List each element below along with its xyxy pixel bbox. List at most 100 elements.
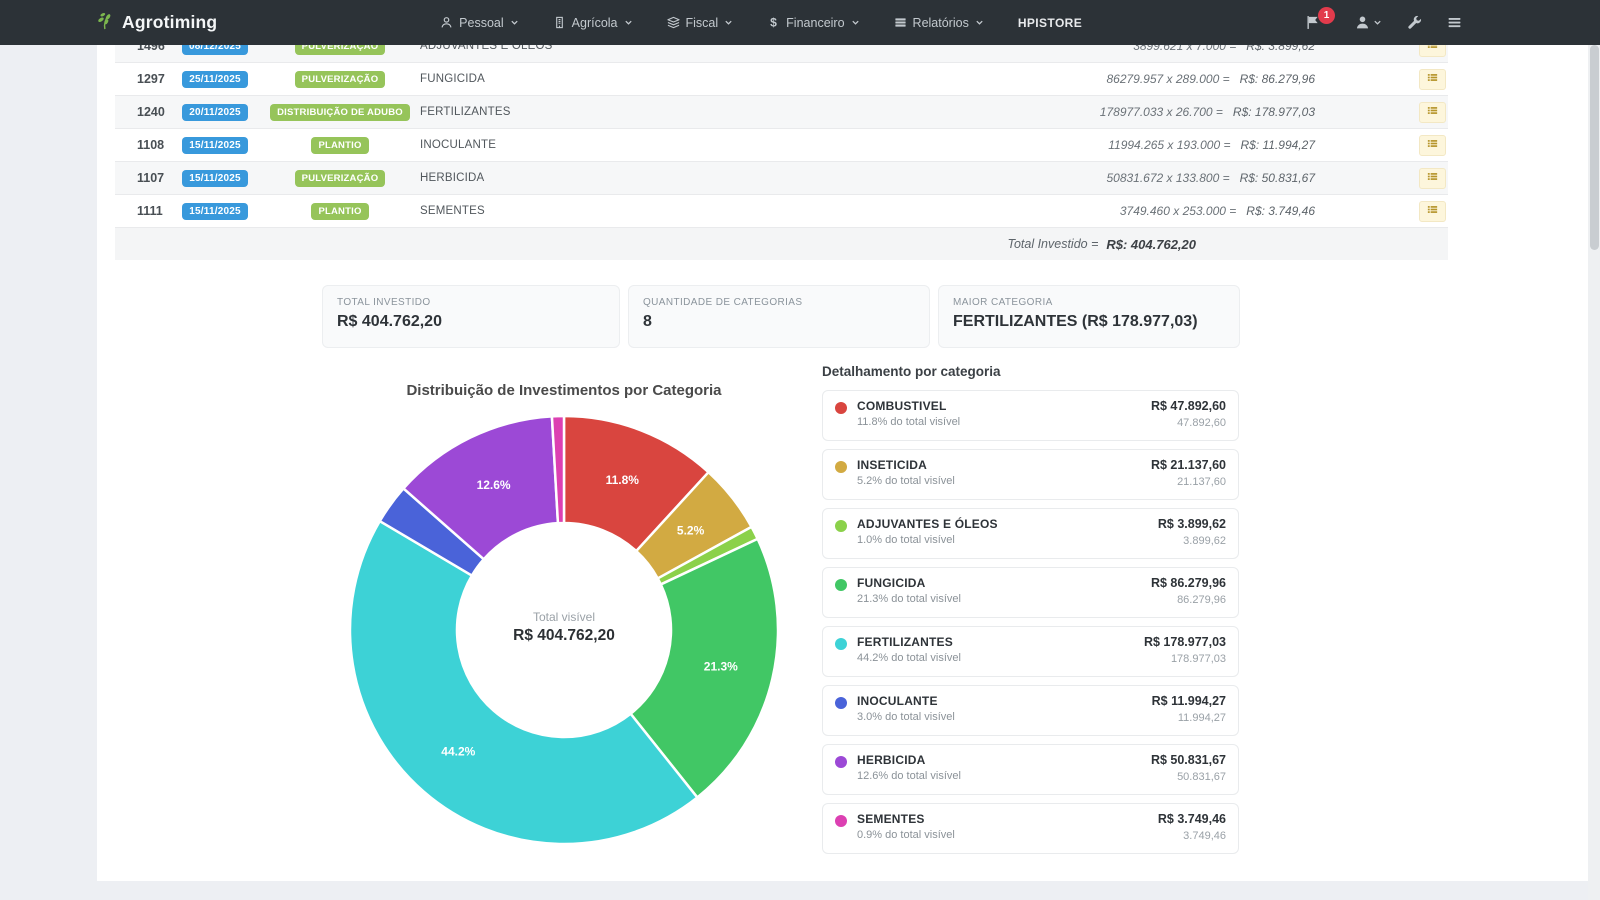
row-id: 1107 xyxy=(115,171,165,185)
donut-slice-fertilizantes[interactable] xyxy=(350,521,697,844)
chevron-down-icon xyxy=(510,18,519,27)
brand-logo[interactable]: Agrotiming xyxy=(95,11,217,35)
row-amount: R$: 3.749,46 xyxy=(1246,204,1315,218)
category-amount: R$ 3.899,62 xyxy=(1158,517,1226,531)
scrollbar-thumb[interactable] xyxy=(1590,45,1599,250)
notifications-flag-icon[interactable]: 1 xyxy=(1305,15,1320,30)
list-icon xyxy=(1426,71,1439,87)
date-badge: 15/11/2025 xyxy=(182,137,248,154)
row-amount: R$: 50.831,67 xyxy=(1240,171,1315,185)
card-value: FERTILIZANTES (R$ 178.977,03) xyxy=(953,313,1225,331)
row-category: SEMENTES xyxy=(415,205,945,217)
chart-title: Distribuição de Investimentos por Catego… xyxy=(264,382,864,399)
user-icon xyxy=(1355,15,1370,30)
row-details-button[interactable] xyxy=(1419,102,1446,123)
slice-percent-label: 5.2% xyxy=(677,524,705,538)
total-value: R$: 404.762,20 xyxy=(1106,237,1196,252)
nav-item-relato-rios[interactable]: Relatórios xyxy=(894,16,984,30)
activity-badge: DISTRIBUIÇÃO DE ADUBO xyxy=(270,104,410,121)
category-percent: 3.0% do total visível xyxy=(857,711,955,723)
nav-item-label: Financeiro xyxy=(786,16,844,30)
category-amount-plain: 50.831,67 xyxy=(1151,771,1226,783)
main-menu: Pessoal Agrícola Fiscal $ Financeiro Relatóri… xyxy=(217,16,1305,30)
category-name: FERTILIZANTES xyxy=(857,635,961,649)
card-label: MAIOR CATEGORIA xyxy=(953,297,1225,308)
date-badge: 20/11/2025 xyxy=(182,104,248,121)
category-detail-item: ADJUVANTES E ÓLEOS 1.0% do total visível R… xyxy=(822,508,1239,559)
list-icon xyxy=(1426,104,1439,120)
nav-item-agri-cola[interactable]: Agrícola xyxy=(553,16,633,30)
settings-wrench-icon[interactable] xyxy=(1407,15,1422,30)
category-detail-item: INSETICIDA5.2% do total visívelR$ 21.137… xyxy=(822,449,1239,500)
donut-center-label: Total visível xyxy=(464,610,664,624)
top-navbar: Agrotiming Pessoal Agrícola Fiscal $ Finance… xyxy=(0,0,1600,45)
category-amount-plain: 3.899,62 xyxy=(1158,535,1226,547)
hamburger-menu-icon[interactable] xyxy=(1447,15,1462,30)
nav-item-fiscal[interactable]: Fiscal xyxy=(667,16,734,30)
total-label: Total Investido = xyxy=(1007,237,1098,251)
donut-center-value: R$ 404.762,20 xyxy=(439,627,689,645)
category-amount-plain: 21.137,60 xyxy=(1151,476,1226,488)
category-amount-plain: 3.749,46 xyxy=(1158,830,1226,842)
category-percent: 5.2% do total visível xyxy=(857,475,955,487)
category-detail-item: FUNGICIDA 21.3% do total visível R$ 86.279… xyxy=(822,567,1239,618)
category-name: FUNGICIDA xyxy=(857,576,961,590)
category-name: ADJUVANTES E ÓLEOS xyxy=(857,517,998,531)
user-menu[interactable] xyxy=(1355,15,1382,30)
table-row: 110715/11/2025PULVERIZAÇÃOHERBICIDA50831… xyxy=(115,162,1448,195)
row-details-button[interactable] xyxy=(1419,201,1446,222)
row-id: 1297 xyxy=(115,72,165,86)
category-color-dot xyxy=(835,697,847,709)
category-percent: 44.2% do total visível xyxy=(857,652,961,664)
nav-item-hpistore[interactable]: HPISTORE xyxy=(1018,16,1082,30)
chevron-down-icon xyxy=(724,18,733,27)
category-color-dot xyxy=(835,461,847,473)
nav-item-label: Fiscal xyxy=(686,16,719,30)
row-amount: R$: 86.279,96 xyxy=(1240,72,1315,86)
category-color-dot xyxy=(835,638,847,650)
person-icon xyxy=(440,16,453,29)
category-name: INSETICIDA xyxy=(857,458,955,472)
summary-card: TOTAL INVESTIDOR$ 404.762,20 xyxy=(322,285,620,348)
category-amount: R$ 11.994,27 xyxy=(1152,694,1226,708)
table-row: 111115/11/2025PLANTIOSEMENTES3749.460 x … xyxy=(115,195,1448,228)
row-details-button[interactable] xyxy=(1419,69,1446,90)
report-icon xyxy=(894,16,907,29)
chevron-down-icon xyxy=(975,18,984,27)
nav-item-label: HPISTORE xyxy=(1018,16,1082,30)
category-amount-plain: 178.977,03 xyxy=(1144,653,1226,665)
chevron-down-icon xyxy=(624,18,633,27)
card-label: TOTAL INVESTIDO xyxy=(337,297,605,308)
category-percent: 21.3% do total visível xyxy=(857,593,961,605)
date-badge: 15/11/2025 xyxy=(182,170,248,187)
category-name: SEMENTES xyxy=(857,812,955,826)
category-amount: R$ 178.977,03 xyxy=(1144,635,1226,649)
row-calculation: 178977.033 x 26.700 = xyxy=(1100,105,1223,119)
row-calculation: 86279.957 x 289.000 = xyxy=(1106,72,1229,86)
nav-item-label: Pessoal xyxy=(459,16,503,30)
list-icon xyxy=(1426,203,1439,219)
table-row: 124020/11/2025DISTRIBUIÇÃO DE ADUBOFERTI… xyxy=(115,96,1448,129)
dollar-icon: $ xyxy=(767,16,780,29)
card-value: 8 xyxy=(643,313,915,331)
nav-item-pessoal[interactable]: Pessoal xyxy=(440,16,518,30)
activity-badge: PLANTIO xyxy=(311,203,368,220)
nav-item-financeiro[interactable]: $ Financeiro xyxy=(767,16,859,30)
navbar-actions: 1 xyxy=(1305,15,1462,30)
category-percent: 1.0% do total visível xyxy=(857,534,998,546)
row-id: 1240 xyxy=(115,105,165,119)
list-icon xyxy=(1426,170,1439,186)
slice-percent-label: 21.3% xyxy=(704,660,738,674)
activity-badge: PLANTIO xyxy=(311,137,368,154)
row-category: HERBICIDA xyxy=(415,172,945,184)
category-amount: R$ 86.279,96 xyxy=(1151,576,1226,590)
row-details-button[interactable] xyxy=(1419,135,1446,156)
row-details-button[interactable] xyxy=(1419,168,1446,189)
slice-percent-label: 44.2% xyxy=(441,744,475,758)
date-badge: 25/11/2025 xyxy=(182,71,248,88)
category-color-dot xyxy=(835,579,847,591)
category-detail-item: SEMENTES0.9% do total visívelR$ 3.749,46… xyxy=(822,803,1239,854)
list-icon xyxy=(1426,137,1439,153)
row-amount: R$: 178.977,03 xyxy=(1233,105,1315,119)
category-color-dot xyxy=(835,756,847,768)
